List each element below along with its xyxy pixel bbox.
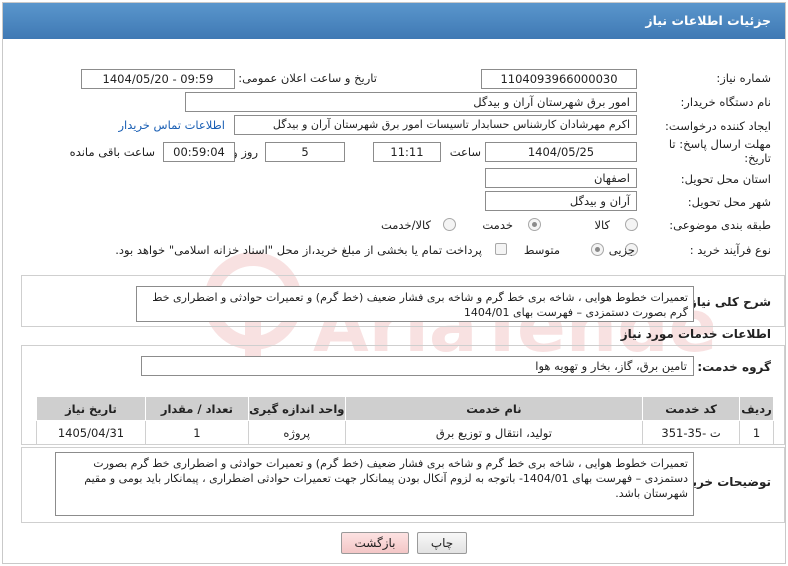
deadline-time-label: ساعت (449, 145, 481, 159)
category-goods-service-radio[interactable] (443, 218, 456, 231)
treasury-payment-note: پرداخت تمام یا بخشی از مبلغ خرید،از محل … (115, 243, 482, 257)
treasury-payment-checkbox[interactable] (495, 243, 507, 255)
cell-unit: پروژه (247, 420, 346, 445)
col-service-name: نام خدمت (344, 396, 644, 421)
remaining-days-field: 5 (265, 142, 345, 162)
requester-label: ایجاد کننده درخواست: (665, 119, 771, 133)
summary-label: شرح کلی نیاز: (685, 295, 771, 309)
cell-service-code: ت -35-351 (642, 420, 741, 445)
need-number-label: شماره نیاز: (716, 71, 771, 85)
col-row-number: ردیف (739, 396, 774, 421)
buyer-contact-link[interactable]: اطلاعات تماس خریدار (118, 118, 225, 132)
col-quantity: تعداد / مقدار (144, 396, 249, 421)
process-medium-label: متوسط (523, 243, 560, 257)
remaining-time-field: 00:59:04 (163, 142, 235, 162)
category-goods-service-label: کالا/خدمت (380, 218, 431, 232)
buyer-notes-text: تعمیرات خطوط هوایی ، شاخه بری خط گرم و ش… (55, 452, 694, 516)
services-section-title: اطلاعات خدمات مورد نیاز (620, 327, 771, 341)
cell-service-name: تولید، انتقال و توزیع برق (344, 420, 644, 445)
category-goods-radio[interactable] (625, 218, 638, 231)
announce-label: تاریخ و ساعت اعلان عمومی: (238, 71, 377, 85)
category-service-label: خدمت (482, 218, 513, 232)
col-unit: واحد اندازه گیری (247, 396, 346, 421)
service-group-field: تامین برق، گاز، بخار و تهویه هوا (141, 356, 694, 376)
buyer-org-label: نام دستگاه خریدار: (680, 95, 771, 109)
process-medium-radio[interactable] (591, 243, 604, 256)
category-label: طبقه بندی موضوعی: (669, 218, 771, 232)
table-row: 1 ت -35-351 تولید، انتقال و توزیع برق پر… (36, 420, 774, 445)
need-details-panel: جزئیات اطلاعات نیاز AriaTender.neT شماره… (2, 2, 786, 564)
service-group-label: گروه خدمت: (697, 360, 771, 374)
city-label: شهر محل تحویل: (687, 195, 771, 209)
services-table-header: ردیف کد خدمت نام خدمت واحد اندازه گیری ت… (36, 396, 774, 421)
buyer-org-field: امور برق شهرستان آران و بیدگل (185, 92, 637, 112)
days-label: روز و (232, 145, 258, 159)
cell-quantity: 1 (144, 420, 249, 445)
category-service-radio[interactable] (528, 218, 541, 231)
province-field: اصفهان (485, 168, 637, 188)
process-label: نوع فرآیند خرید : (689, 243, 771, 257)
print-button[interactable]: چاپ (417, 532, 467, 554)
city-field: آران و بیدگل (485, 191, 637, 211)
cell-need-date: 1405/04/31 (36, 420, 146, 445)
deadline-label: مهلت ارسال پاسخ: تا (668, 137, 771, 151)
services-table: ردیف کد خدمت نام خدمت واحد اندازه گیری ت… (36, 396, 774, 445)
announce-date-field: 1404/05/20 - 09:59 (81, 69, 235, 89)
deadline-time-field: 11:11 (373, 142, 441, 162)
col-service-code: کد خدمت (642, 396, 741, 421)
deadline-label-date: تاریخ: (744, 151, 771, 165)
cell-row-number: 1 (739, 420, 774, 445)
summary-text: تعمیرات خطوط هوایی ، شاخه بری خط گرم و ش… (136, 286, 694, 322)
need-number-field: 1104093966000030 (481, 69, 637, 89)
process-minor-label: جزیی (608, 243, 635, 257)
back-button[interactable]: بازگشت (341, 532, 409, 554)
col-need-date: تاریخ نیاز (36, 396, 146, 421)
remaining-time-label: ساعت باقی مانده (69, 145, 155, 159)
deadline-date-field: 1404/05/25 (485, 142, 637, 162)
page-title: جزئیات اطلاعات نیاز (3, 3, 785, 39)
province-label: استان محل تحویل: (680, 172, 771, 186)
requester-field: اکرم مهرشادان کارشناس حسابدار تاسیسات ام… (234, 115, 637, 135)
category-goods-label: کالا (594, 218, 610, 232)
